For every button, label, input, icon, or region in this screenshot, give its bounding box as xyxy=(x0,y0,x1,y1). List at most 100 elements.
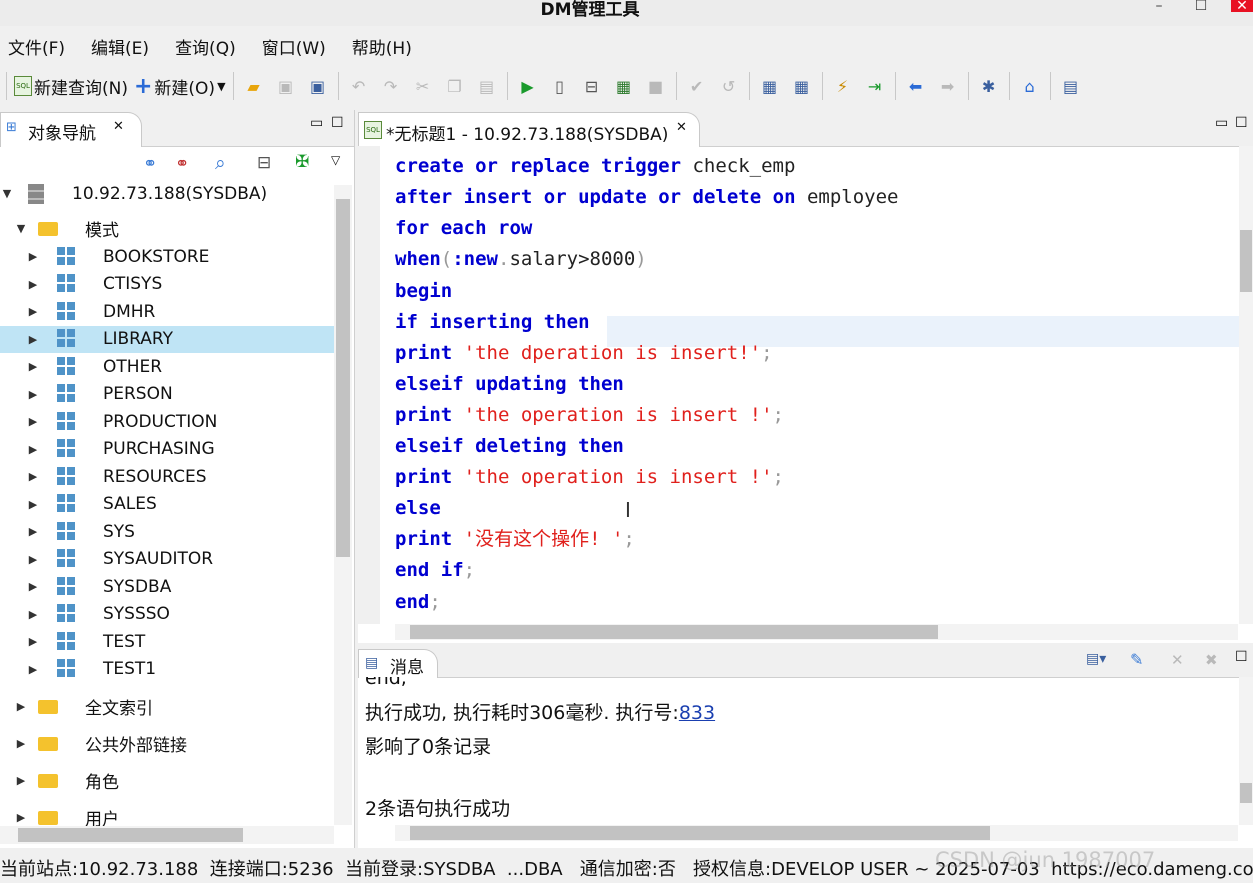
run-script-icon[interactable]: ▯ xyxy=(549,75,571,97)
rollback-icon[interactable]: ↺ xyxy=(718,75,740,97)
commit-icon[interactable]: ✔ xyxy=(686,75,708,97)
forward-icon[interactable]: ➡ xyxy=(937,75,959,97)
new-query-button[interactable]: SQL 新建查询(N) xyxy=(11,71,131,101)
code-token: ; xyxy=(623,528,635,551)
tree-item-schema[interactable]: ▶ LIBRARY xyxy=(0,325,334,353)
explain-icon[interactable]: ⊟ xyxy=(581,75,603,97)
close-button[interactable]: ✕ xyxy=(1231,0,1253,13)
expand-icon[interactable]: ✠ xyxy=(295,152,309,172)
minimize-panel-icon[interactable]: ▭ xyxy=(1215,115,1228,131)
menu-help[interactable]: 帮助(H) xyxy=(352,34,412,59)
editor-horizontal-scrollbar[interactable] xyxy=(395,624,1238,640)
menu-query[interactable]: 查询(Q) xyxy=(175,34,236,59)
message-line: 执行成功, 执行耗时306毫秒. 执行号:833 xyxy=(365,698,715,728)
copy-icon[interactable]: ❐ xyxy=(444,75,466,97)
remove-icon[interactable]: ✕ xyxy=(1171,651,1184,669)
schema-icon xyxy=(57,274,77,294)
tree-item-schema[interactable]: ▶ SALES xyxy=(0,491,334,518)
tree-item-schema[interactable]: ▶ SYSDBA xyxy=(0,573,334,600)
tree-item-folder[interactable]: ▶ 公共外部链接 xyxy=(0,730,334,757)
view-menu-icon[interactable]: ▽ xyxy=(331,153,340,167)
tree-item-schema[interactable]: ▶ PERSON xyxy=(0,381,334,408)
maximize-panel-icon[interactable]: ☐ xyxy=(1235,649,1248,665)
cut-icon[interactable]: ✂ xyxy=(412,75,434,97)
collapsed-arrow-icon: ▶ xyxy=(16,774,26,787)
home-icon[interactable]: ⌂ xyxy=(1019,75,1041,97)
tree-root-connection[interactable]: ▼ 10.92.73.188(SYSDBA) xyxy=(0,180,334,207)
save-all-icon[interactable]: ▣ xyxy=(307,75,329,97)
collapsed-arrow-icon: ▶ xyxy=(28,525,38,538)
run-icon[interactable]: ▶ xyxy=(517,75,539,97)
tree-item-schema[interactable]: ▶ SYSAUDITOR xyxy=(0,546,334,573)
collapsed-arrow-icon: ▶ xyxy=(28,360,38,373)
tree-item-folder[interactable]: ▶ 角色 xyxy=(0,767,334,794)
minimize-button[interactable]: – xyxy=(1148,0,1170,16)
navigator-horizontal-scrollbar[interactable] xyxy=(0,826,334,844)
layout-icon[interactable]: ▤ xyxy=(1060,75,1082,97)
search-icon[interactable]: ⌕ xyxy=(215,152,226,174)
tree-item-schema[interactable]: ▶ CTISYS xyxy=(0,271,334,298)
maximize-button[interactable]: ☐ xyxy=(1190,0,1212,16)
tree-item-schema[interactable]: ▶ TEST1 xyxy=(0,656,334,683)
tree-item-folder[interactable]: ▶ 全文索引 xyxy=(0,693,334,720)
tree-item-schema[interactable]: ▶ PURCHASING xyxy=(0,436,334,463)
remove-all-icon[interactable]: ✖ xyxy=(1205,651,1218,669)
clear-icon[interactable]: ✎ xyxy=(1130,650,1143,669)
menu-file[interactable]: 文件(F) xyxy=(8,34,65,59)
tree-item-schema[interactable]: ▶ SYS xyxy=(0,518,334,545)
tree-item-schema[interactable]: ▶ PRODUCTION xyxy=(0,408,334,435)
back-icon[interactable]: ⬅ xyxy=(905,75,927,97)
calendar-icon[interactable]: ▦ xyxy=(791,75,813,97)
code-token: if xyxy=(395,310,418,333)
tree-item-schema[interactable]: ▶ TEST xyxy=(0,628,334,655)
new-button[interactable]: + 新建(O) ▼ xyxy=(131,71,229,101)
redo-icon[interactable]: ↷ xyxy=(380,75,402,97)
tab-messages[interactable]: ▤ 消息 xyxy=(358,649,438,678)
tab-close-icon[interactable]: ✕ xyxy=(676,120,687,135)
tree-folder-schemas[interactable]: ▼ 模式 xyxy=(0,215,334,242)
code-token: end xyxy=(395,559,430,582)
tree-item-schema[interactable]: ▶ DMHR xyxy=(0,298,334,325)
open-folder-icon[interactable]: ▰ xyxy=(243,75,265,97)
tab-object-navigator[interactable]: ⊞ 对象导航 ✕ xyxy=(0,112,142,147)
minimize-panel-icon[interactable]: ▭ xyxy=(310,115,323,131)
layout-icon[interactable]: ▤▾ xyxy=(1086,651,1106,667)
analyze-icon[interactable]: ⚡ xyxy=(832,75,854,97)
stop-icon[interactable]: ■ xyxy=(645,75,667,97)
execution-number-link[interactable]: 833 xyxy=(679,702,715,724)
text-cursor-icon: I xyxy=(625,498,631,522)
maximize-panel-icon[interactable]: ☐ xyxy=(331,115,344,131)
connect-icon[interactable]: ⚭ xyxy=(143,154,157,174)
tree-item-schema[interactable]: ▶ BOOKSTORE xyxy=(0,243,334,270)
code-line: if inserting then xyxy=(395,307,590,338)
tab-untitled-query[interactable]: SQL *无标题1 - 10.92.73.188(SYSDBA) ✕ xyxy=(358,112,700,147)
menu-edit[interactable]: 编辑(E) xyxy=(91,34,149,59)
tab-close-icon[interactable]: ✕ xyxy=(113,119,124,134)
messages-horizontal-scrollbar[interactable] xyxy=(395,825,1238,841)
step-icon[interactable]: ⇥ xyxy=(864,75,886,97)
tree-item-schema[interactable]: ▶ SYSSSO xyxy=(0,601,334,628)
export-result-icon[interactable]: ▦ xyxy=(613,75,635,97)
menu-window[interactable]: 窗口(W) xyxy=(262,34,326,59)
code-area[interactable]: set schema dmhr;create or replace trigge… xyxy=(358,146,1238,624)
code-token: '没有这个操作! ' xyxy=(463,528,624,551)
messages-vertical-scrollbar[interactable] xyxy=(1239,677,1253,825)
save-icon[interactable]: ▣ xyxy=(275,75,297,97)
navigator-vertical-scrollbar[interactable] xyxy=(334,185,352,825)
tree-item-schema[interactable]: ▶ OTHER xyxy=(0,353,334,380)
maximize-panel-icon[interactable]: ☐ xyxy=(1235,115,1248,131)
undo-icon[interactable]: ↶ xyxy=(348,75,370,97)
paste-icon[interactable]: ▤ xyxy=(476,75,498,97)
collapse-all-icon[interactable]: ⊟ xyxy=(257,153,271,173)
schedule-icon[interactable]: ▦ xyxy=(759,75,781,97)
code-token: 'the operation is insert !' xyxy=(463,403,773,426)
editor-vertical-scrollbar[interactable] xyxy=(1239,146,1253,624)
disconnect-icon[interactable]: ⚭ xyxy=(175,154,189,174)
debug-icon[interactable]: ✱ xyxy=(978,75,1000,97)
folder-icon xyxy=(38,699,58,714)
code-token: create xyxy=(395,155,464,178)
tree-item-schema[interactable]: ▶ RESOURCES xyxy=(0,463,334,490)
